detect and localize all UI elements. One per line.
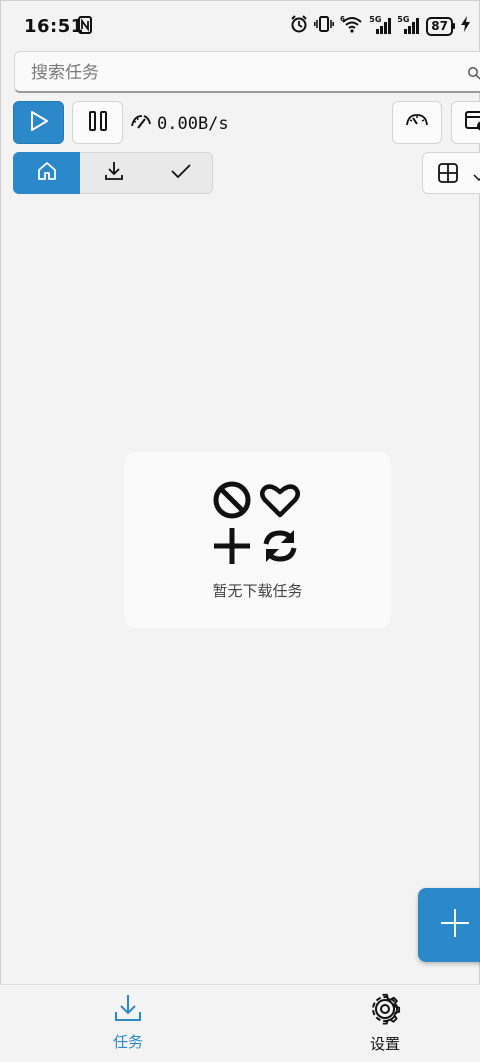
alarm-icon [290,15,308,37]
status-bar: 16:51 6 5G 5G 87 [0,0,480,52]
gear-icon [369,993,401,1029]
heart-icon [260,482,300,522]
vibrate-icon [314,15,335,37]
window-icon [463,109,480,137]
play-icon [28,110,50,136]
pause-icon [86,109,110,137]
add-task-button[interactable] [418,888,480,962]
wifi-icon: 6 [340,15,364,37]
search-input[interactable] [29,61,453,85]
tab-downloading[interactable] [80,152,147,194]
check-icon [170,160,192,186]
plus-icon [212,526,252,570]
home-icon [36,160,58,186]
nfc-icon [78,16,92,38]
network-type-2: 5G [397,15,410,24]
nav-label-settings: 设置 [369,1035,400,1053]
tab-completed[interactable] [147,152,214,194]
empty-state-illustration [212,480,302,566]
cellular-signal-icon-2: 5G [397,15,420,35]
status-icons: 6 5G 5G 87 [290,15,470,37]
chevron-down-icon [473,168,480,187]
search-box[interactable] [14,51,480,93]
window-mode-button[interactable] [451,101,480,144]
charging-icon [461,16,470,36]
battery-level: 87 [426,16,453,36]
nav-label-tasks: 任务 [112,1033,143,1051]
network-type-1: 5G [369,15,382,24]
bottom-navigation: 任务 设置 [0,984,480,1062]
empty-state-message: 暂无下载任务 [212,582,303,600]
refresh-icon [260,526,300,570]
nav-item-tasks[interactable]: 任务 [78,993,178,1059]
download-icon [113,993,143,1027]
pause-all-button[interactable] [72,101,123,144]
layout-toggle-button[interactable] [422,152,480,194]
plus-icon [440,908,470,942]
filter-tabs [13,152,213,194]
start-all-button[interactable] [13,101,64,144]
grid-layout-icon [437,162,459,188]
tab-all[interactable] [13,152,80,194]
status-time: 16:51 [24,16,84,37]
speed-value: 0.00B/s [157,114,229,134]
download-speed: 0.00B/s [130,112,229,136]
download-icon [103,160,125,186]
prohibited-icon [212,480,252,524]
search-icon[interactable] [467,65,480,84]
speed-limit-icon [405,110,429,136]
speedometer-icon [130,112,152,136]
empty-state-card: 暂无下载任务 [124,452,391,628]
nav-item-settings[interactable]: 设置 [335,993,435,1059]
battery-icon: 87 [426,16,455,36]
cellular-signal-icon-1: 5G [369,15,392,35]
speed-limit-button[interactable] [392,101,442,144]
